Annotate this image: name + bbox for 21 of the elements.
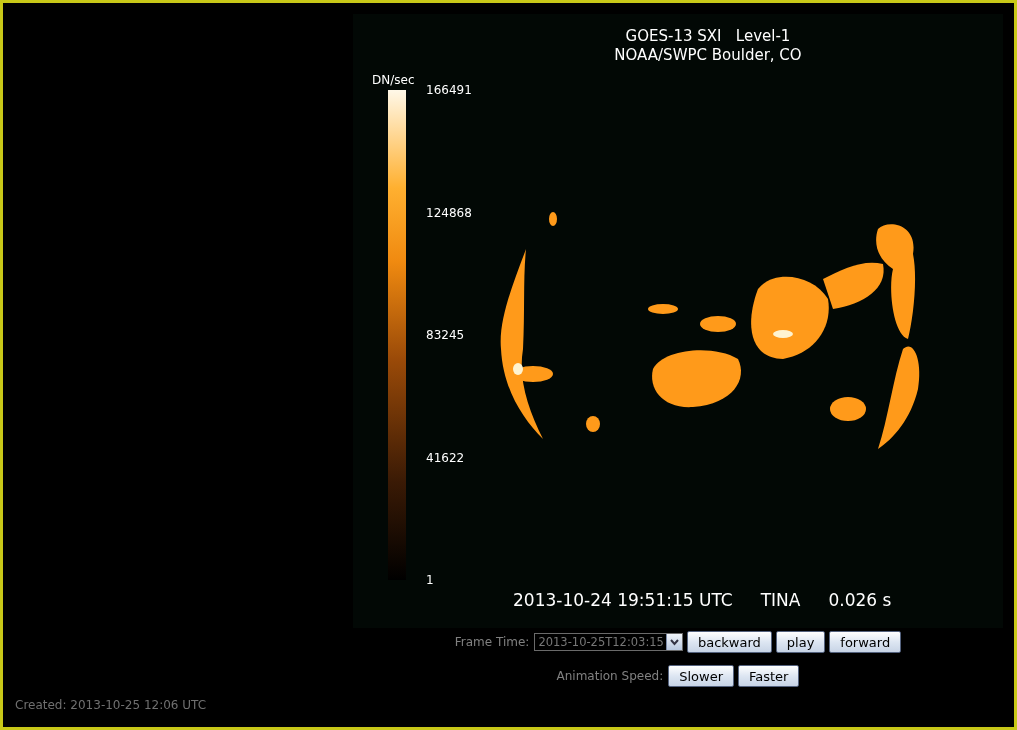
colorbar-tick-label: 166491 — [426, 83, 472, 97]
created-timestamp: Created: 2013-10-25 12:06 UTC — [15, 698, 207, 712]
play-button[interactable]: play — [775, 631, 826, 653]
caret-icon[interactable] — [665, 634, 682, 650]
frame-time-select[interactable]: 2013-10-25T12:03:15 — [534, 633, 683, 651]
frame-time-label: Frame Time: — [454, 635, 530, 649]
colorbar-unit: DN/sec — [372, 73, 415, 87]
colorbar-tick-label: 124868 — [426, 205, 472, 220]
backward-button[interactable]: backward — [686, 631, 772, 653]
instrument-filter: TINA — [760, 590, 801, 610]
image-timestamp: 2013-10-24 19:51:15 UTC — [513, 590, 733, 610]
colorbar-tick-label: 1 — [426, 573, 435, 587]
image-title: NOAA/SWPC Boulder, CO — [614, 46, 802, 65]
colorbar-tick-label: 41622 — [426, 450, 466, 465]
faster-button[interactable]: Faster — [738, 665, 800, 687]
image-title: GOES-13 SXI Level-1 — [625, 27, 791, 46]
slower-button[interactable]: Slower — [668, 665, 734, 687]
forward-button[interactable]: forward — [829, 631, 902, 653]
exposure-time: 0.026 s — [828, 590, 892, 610]
colorbar-tick-label: 83245 — [426, 328, 466, 342]
animation-speed-label: Animation Speed: — [556, 669, 664, 683]
